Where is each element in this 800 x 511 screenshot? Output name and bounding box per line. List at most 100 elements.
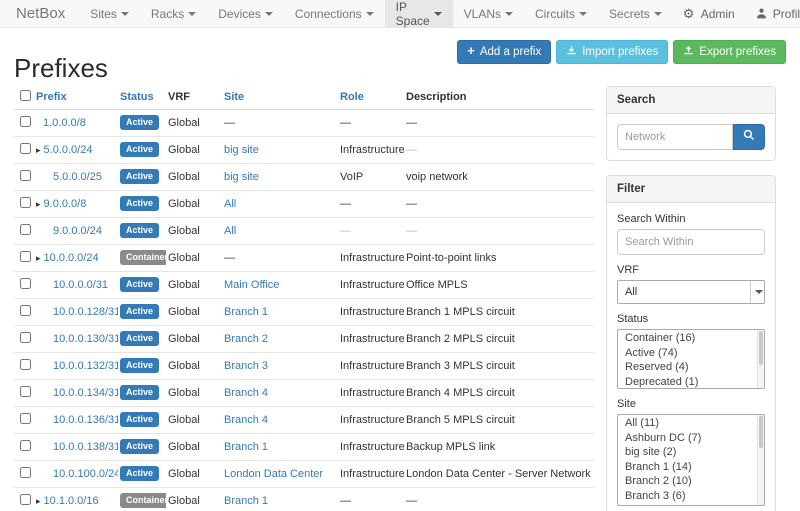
nav-item-circuits[interactable]: Circuits [524, 0, 598, 27]
site-link[interactable]: Branch 4 [224, 387, 268, 399]
expand-arrow-icon[interactable]: ▸ [36, 496, 41, 506]
app-brand[interactable]: NetBox [0, 0, 79, 27]
nav-item-connections[interactable]: Connections [284, 0, 385, 27]
search-input[interactable] [617, 124, 733, 150]
site-link[interactable]: Branch 4 [224, 414, 268, 426]
nav-item-ip-space[interactable]: IP Space [385, 0, 453, 27]
row-checkbox[interactable] [20, 359, 31, 370]
site-option[interactable]: Branch 1 (14) [618, 461, 764, 476]
prefix-link[interactable]: 10.0.0.138/31 [53, 441, 118, 453]
scrollbar[interactable] [757, 415, 764, 505]
site-link[interactable]: London Data Center [224, 468, 323, 480]
scrollbar[interactable] [757, 330, 764, 388]
status-option[interactable]: Deprecated (1) [618, 376, 764, 390]
status-cell: Active [118, 164, 166, 191]
row-checkbox[interactable] [20, 197, 31, 208]
row-checkbox[interactable] [20, 170, 31, 181]
vrf-select[interactable]: All [617, 280, 765, 304]
site-cell: All [222, 191, 338, 218]
nav-admin-link[interactable]: ⚙Admin [673, 0, 745, 27]
prefix-link[interactable]: 10.0.0.128/31 [53, 306, 118, 318]
search-panel-title: Search [607, 87, 775, 114]
prefix-link[interactable]: 10.1.0.0/16 [44, 495, 99, 507]
site-link[interactable]: Branch 2 [224, 333, 268, 345]
expand-arrow-icon[interactable]: ▸ [36, 253, 41, 263]
expand-arrow-icon[interactable]: ▸ [36, 145, 41, 155]
row-checkbox-cell [14, 353, 34, 380]
row-checkbox[interactable] [20, 332, 31, 343]
table-row: 9.0.0.0/24ActiveGlobalAll—— [14, 218, 594, 245]
export-prefixes-button[interactable]: Export prefixes [673, 40, 786, 64]
sidebar: Search Filter Search Within [606, 86, 776, 511]
prefix-link[interactable]: 5.0.0.0/25 [53, 171, 102, 183]
vrf-cell: Global [166, 326, 222, 353]
nav-item-sites[interactable]: Sites [79, 0, 140, 27]
prefix-link[interactable]: 9.0.0.0/8 [44, 198, 87, 210]
row-checkbox[interactable] [20, 116, 31, 127]
prefix-link[interactable]: 1.0.0.0/8 [43, 117, 86, 129]
description-cell: Point-to-point links [404, 245, 594, 272]
row-checkbox[interactable] [20, 494, 31, 505]
prefix-table-wrap: PrefixStatusVRFSiteRoleDescription 1.0.0… [14, 86, 594, 511]
nav-item-devices[interactable]: Devices [207, 0, 284, 27]
table-row: ▸10.1.0.0/16ContainerGlobalBranch 1—— [14, 488, 594, 511]
prefix-link[interactable]: 10.0.100.0/24 [53, 468, 118, 480]
import-prefixes-button[interactable]: Import prefixes [556, 40, 668, 64]
prefix-link[interactable]: 10.0.0.130/31 [53, 333, 118, 345]
site-link[interactable]: Main Office [224, 279, 279, 291]
prefix-link[interactable]: 10.0.0.0/31 [53, 279, 108, 291]
site-option[interactable]: big site (2) [618, 446, 764, 461]
site-link[interactable]: big site [224, 144, 259, 156]
column-header-link[interactable]: Prefix [36, 91, 67, 103]
row-checkbox[interactable] [20, 413, 31, 424]
row-checkbox[interactable] [20, 305, 31, 316]
prefix-link[interactable]: 10.0.0.132/31 [53, 360, 118, 372]
select-all-checkbox[interactable] [20, 90, 31, 101]
row-checkbox[interactable] [20, 278, 31, 289]
nav-item-secrets[interactable]: Secrets [598, 0, 673, 27]
status-option[interactable]: Container (16) [618, 332, 764, 347]
site-option[interactable]: Ashburn DC (7) [618, 432, 764, 447]
search-button[interactable] [733, 124, 765, 150]
row-checkbox[interactable] [20, 467, 31, 478]
site-link[interactable]: Branch 1 [224, 306, 268, 318]
site-option[interactable]: Branch 4 (12) [618, 504, 764, 506]
site-option[interactable]: Branch 2 (10) [618, 475, 764, 490]
status-option[interactable]: Reserved (4) [618, 361, 764, 376]
vrf-cell: Global [166, 110, 222, 137]
nav-item-racks[interactable]: Racks [140, 0, 207, 27]
prefix-link[interactable]: 10.0.0.0/24 [44, 252, 99, 264]
search-within-input[interactable] [617, 229, 765, 255]
role-cell: Infrastructure [338, 407, 404, 434]
expand-arrow-icon[interactable]: ▸ [36, 199, 41, 209]
site-link[interactable]: Branch 1 [224, 495, 268, 507]
prefix-link[interactable]: 10.0.0.136/31 [53, 414, 118, 426]
prefix-link[interactable]: 9.0.0.0/24 [53, 225, 102, 237]
row-checkbox[interactable] [20, 440, 31, 451]
column-header-link[interactable]: Site [224, 91, 244, 103]
site-link[interactable]: big site [224, 171, 259, 183]
nav-profile-link[interactable]: Profile [745, 0, 800, 27]
column-header-link[interactable]: Role [340, 91, 364, 103]
add-a-prefix-button[interactable]: +Add a prefix [457, 40, 551, 64]
site-option[interactable]: Branch 3 (6) [618, 490, 764, 505]
status-filter-list[interactable]: Container (16)Active (74)Reserved (4)Dep… [617, 329, 765, 389]
row-checkbox-cell [14, 137, 34, 164]
column-header-link[interactable]: Status [120, 91, 154, 103]
search-icon [743, 128, 755, 146]
row-checkbox[interactable] [20, 386, 31, 397]
site-link[interactable]: Branch 3 [224, 360, 268, 372]
site-link[interactable]: Branch 1 [224, 441, 268, 453]
prefix-link[interactable]: 10.0.0.134/31 [53, 387, 118, 399]
row-checkbox[interactable] [20, 224, 31, 235]
site-link[interactable]: All [224, 198, 236, 210]
row-checkbox[interactable] [20, 143, 31, 154]
prefix-link[interactable]: 5.0.0.0/24 [44, 144, 93, 156]
site-option[interactable]: All (11) [618, 417, 764, 432]
status-option[interactable]: Active (74) [618, 347, 764, 362]
row-checkbox[interactable] [20, 251, 31, 262]
nav-item-vlans[interactable]: VLANs [453, 0, 524, 27]
site-filter-list[interactable]: All (11)Ashburn DC (7)big site (2)Branch… [617, 414, 765, 506]
site-link[interactable]: All [224, 225, 236, 237]
site-cell: Branch 4 [222, 407, 338, 434]
